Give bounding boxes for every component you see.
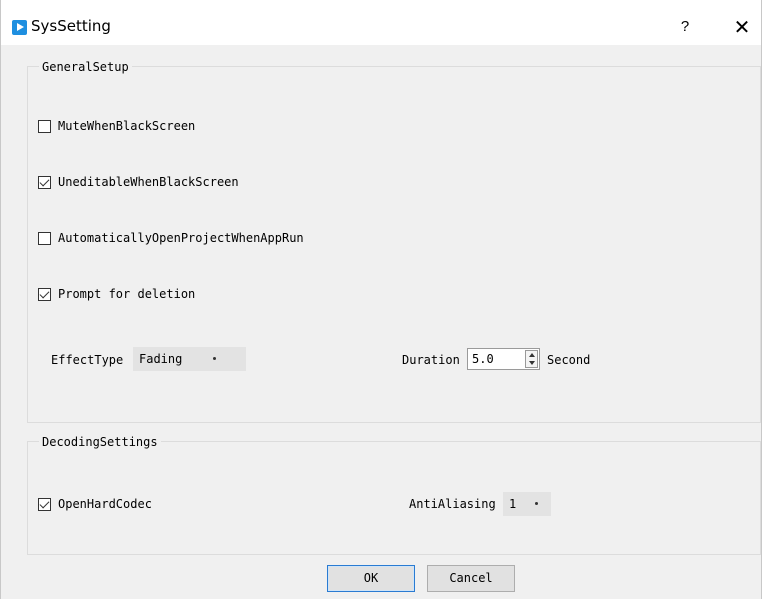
auto-open-project-label: AutomaticallyOpenProjectWhenAppRun: [58, 231, 304, 245]
uneditable-when-black-screen-checkbox[interactable]: [38, 175, 51, 189]
prompt-for-deletion-checkbox[interactable]: [38, 287, 51, 301]
cancel-button[interactable]: Cancel: [427, 565, 515, 592]
uneditable-when-black-screen-option[interactable]: UneditableWhenBlackScreen: [38, 174, 239, 190]
dropdown-arrow-icon: [213, 357, 216, 360]
anti-aliasing-value: 1: [509, 497, 517, 511]
mute-when-black-screen-checkbox[interactable]: [38, 119, 51, 133]
prompt-for-deletion-option[interactable]: Prompt for deletion: [38, 286, 195, 302]
open-hard-codec-label: OpenHardCodec: [58, 497, 152, 511]
dropdown-arrow-icon: [535, 502, 538, 505]
anti-aliasing-label: AntiAliasing: [409, 497, 496, 511]
help-button[interactable]: ?: [673, 15, 697, 39]
effect-type-label: EffectType: [51, 353, 124, 367]
close-icon[interactable]: ✕: [727, 14, 757, 40]
spin-down-icon[interactable]: [529, 361, 535, 365]
mute-when-black-screen-label: MuteWhenBlackScreen: [58, 119, 196, 133]
title-bar: SysSetting ? ✕: [1, 0, 761, 45]
prompt-for-deletion-label: Prompt for deletion: [58, 287, 196, 301]
duration-value: 5.0: [472, 352, 494, 366]
decoding-settings-title: DecodingSettings: [39, 435, 161, 449]
anti-aliasing-select[interactable]: 1: [503, 492, 551, 516]
auto-open-project-checkbox[interactable]: [38, 231, 51, 245]
duration-label: Duration: [402, 353, 460, 367]
effect-type-value: Fading: [139, 352, 183, 366]
window-title: SysSetting: [31, 17, 111, 35]
syssetting-dialog: SysSetting ? ✕ GeneralSetup MuteWhenBlac…: [0, 0, 762, 599]
effect-type-select[interactable]: Fading: [133, 347, 246, 371]
spin-buttons[interactable]: [525, 350, 538, 368]
open-hard-codec-option[interactable]: OpenHardCodec: [38, 496, 152, 512]
mute-when-black-screen-option[interactable]: MuteWhenBlackScreen: [38, 118, 195, 134]
auto-open-project-option[interactable]: AutomaticallyOpenProjectWhenAppRun: [38, 230, 304, 246]
spin-up-icon[interactable]: [529, 353, 535, 357]
ok-button[interactable]: OK: [327, 565, 415, 592]
open-hard-codec-checkbox[interactable]: [38, 497, 51, 511]
app-play-icon: [12, 20, 27, 35]
duration-spinbox[interactable]: 5.0: [467, 348, 540, 370]
duration-unit: Second: [547, 353, 591, 367]
uneditable-when-black-screen-label: UneditableWhenBlackScreen: [58, 175, 239, 189]
general-setup-title: GeneralSetup: [39, 60, 132, 74]
